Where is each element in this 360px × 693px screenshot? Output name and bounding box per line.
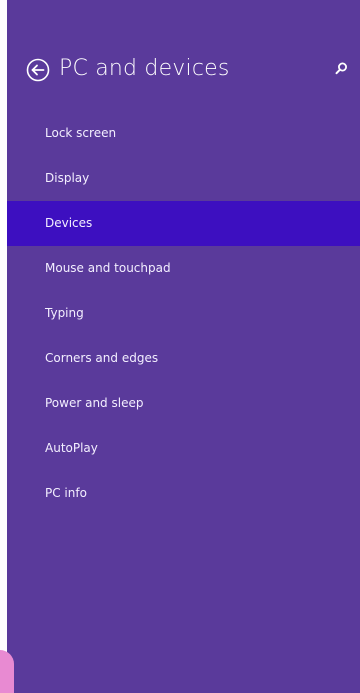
nav-item-label: Lock screen — [45, 126, 117, 140]
nav-item-pc-info[interactable]: PC info — [7, 471, 360, 516]
settings-panel: PC and devices Lock screen Display Devic… — [7, 0, 360, 693]
nav-item-mouse-and-touchpad[interactable]: Mouse and touchpad — [7, 246, 360, 291]
nav-item-typing[interactable]: Typing — [7, 291, 360, 336]
nav-item-corners-and-edges[interactable]: Corners and edges — [7, 336, 360, 381]
nav-item-power-and-sleep[interactable]: Power and sleep — [7, 381, 360, 426]
nav-item-label: Power and sleep — [45, 396, 144, 410]
nav-item-autoplay[interactable]: AutoPlay — [7, 426, 360, 471]
corner-accent — [0, 650, 14, 693]
back-arrow-circle-icon — [26, 58, 50, 82]
nav-item-devices[interactable]: Devices — [7, 201, 360, 246]
panel-header: PC and devices — [7, 52, 360, 88]
nav-item-lock-screen[interactable]: Lock screen — [7, 111, 360, 156]
nav-item-label: Mouse and touchpad — [45, 261, 171, 275]
search-icon — [335, 62, 347, 75]
nav-item-display[interactable]: Display — [7, 156, 360, 201]
nav-item-label: Devices — [45, 216, 93, 230]
screen: PC and devices Lock screen Display Devic… — [0, 0, 360, 693]
page-title: PC and devices — [59, 56, 230, 81]
nav-item-label: AutoPlay — [45, 441, 98, 455]
settings-nav: Lock screen Display Devices Mouse and to… — [7, 111, 360, 516]
back-button[interactable] — [26, 58, 50, 82]
nav-item-label: Display — [45, 171, 90, 185]
search-button[interactable] — [332, 60, 350, 78]
nav-item-label: PC info — [45, 486, 87, 500]
nav-item-label: Corners and edges — [45, 351, 159, 365]
nav-item-label: Typing — [45, 306, 84, 320]
